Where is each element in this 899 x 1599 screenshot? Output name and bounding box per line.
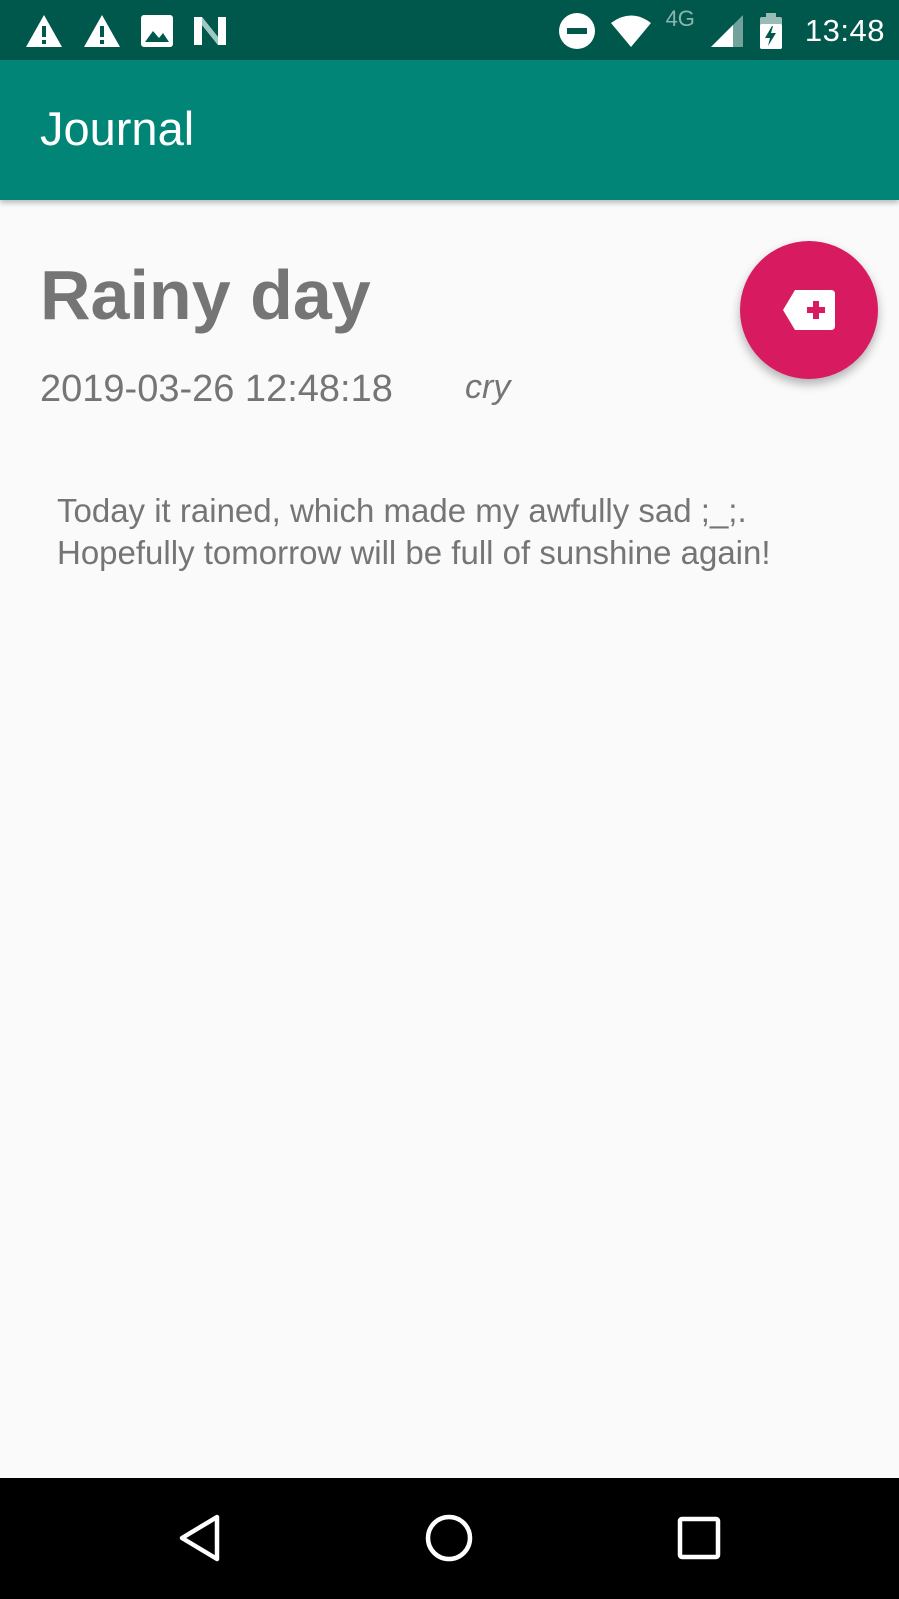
- back-button[interactable]: [160, 1498, 240, 1578]
- cellular-signal-icon: [709, 13, 745, 49]
- recents-icon: [676, 1515, 722, 1561]
- network-type-label: 4G: [665, 6, 695, 31]
- home-icon: [424, 1513, 474, 1563]
- recents-button[interactable]: [659, 1498, 739, 1578]
- system-icons: 4G 13:48: [558, 6, 885, 54]
- app-title: Journal: [40, 102, 195, 155]
- status-bar: 4G 13:48: [0, 0, 899, 60]
- warning-icon: [82, 13, 122, 49]
- warning-icon: [24, 13, 64, 49]
- do-not-disturb-icon: [558, 12, 596, 50]
- system-navigation-bar: [0, 1478, 899, 1599]
- add-tag-fab-button[interactable]: [740, 241, 878, 379]
- entry-title: Rainy day: [40, 256, 371, 334]
- tag-add-icon: [781, 288, 837, 332]
- entry-date: 2019-03-26 12:48:18: [40, 368, 393, 410]
- entry-mood: cry: [465, 368, 511, 406]
- image-icon: [140, 14, 174, 48]
- notification-icons: [24, 13, 228, 49]
- home-button[interactable]: [409, 1498, 489, 1578]
- app-bar: Journal: [0, 60, 899, 200]
- status-time: 13:48: [804, 13, 885, 48]
- entry-body: Today it rained, which made my awfully s…: [57, 492, 771, 571]
- journal-entry-detail: Rainy day 2019-03-26 12:48:18 cry Today …: [0, 200, 899, 1478]
- battery-charging-icon: [759, 12, 783, 50]
- back-icon: [177, 1513, 223, 1563]
- wifi-icon: [610, 14, 652, 48]
- n-icon: [192, 15, 228, 47]
